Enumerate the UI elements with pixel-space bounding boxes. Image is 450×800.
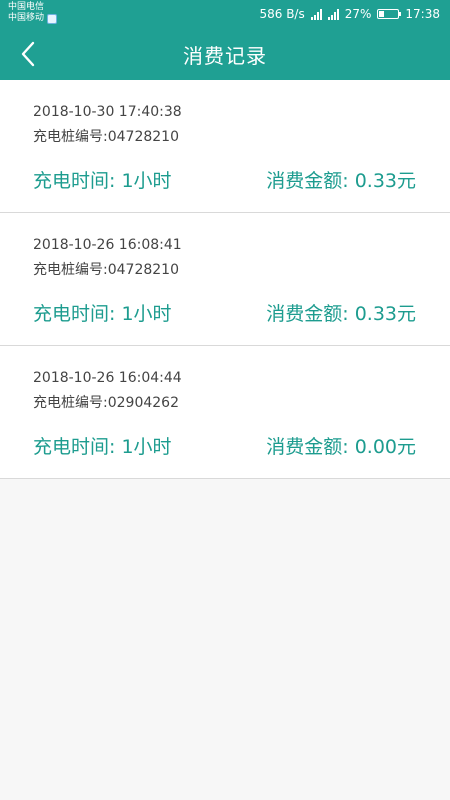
battery-percent: 27% xyxy=(344,7,372,21)
record-pile-number: 充电桩编号:02904262 xyxy=(33,395,179,411)
carrier-2-label: 中国移动 xyxy=(8,13,45,23)
carrier-info: 中国电信 中国移动 xyxy=(8,2,58,24)
record-duration: 充电时间: 1小时 xyxy=(33,170,172,192)
record-list: 2018-10-30 17:40:38 充电桩编号:04728210 充电时间:… xyxy=(0,80,450,479)
sim-badge-icon xyxy=(47,13,58,24)
battery-fill xyxy=(379,11,385,17)
list-item[interactable]: 2018-10-26 16:08:41 充电桩编号:04728210 充电时间:… xyxy=(0,213,450,346)
signal-4g-icon xyxy=(310,8,322,20)
page-title: 消费记录 xyxy=(183,44,267,68)
record-pile-number: 充电桩编号:04728210 xyxy=(33,262,179,278)
signal-2g-icon xyxy=(327,8,339,20)
list-item[interactable]: 2018-10-26 16:04:44 充电桩编号:02904262 充电时间:… xyxy=(0,346,450,479)
status-indicators: 586 B/s 27% 17:38 xyxy=(259,6,440,22)
record-time: 2018-10-26 16:08:41 xyxy=(33,237,182,253)
record-time: 2018-10-30 17:40:38 xyxy=(33,104,182,120)
title-bar: 消费记录 xyxy=(0,28,450,80)
carrier-1-label: 中国电信 xyxy=(8,2,45,12)
status-bar: 中国电信 中国移动 586 B/s 27% 17:38 xyxy=(0,0,450,28)
list-item[interactable]: 2018-10-30 17:40:38 充电桩编号:04728210 充电时间:… xyxy=(0,80,450,213)
clock: 17:38 xyxy=(405,7,440,21)
net-speed: 586 B/s xyxy=(259,7,305,21)
record-duration: 充电时间: 1小时 xyxy=(33,303,172,325)
record-duration: 充电时间: 1小时 xyxy=(33,436,172,458)
record-pile-number: 充电桩编号:04728210 xyxy=(33,129,179,145)
record-amount: 消费金额: 0.33元 xyxy=(266,170,416,192)
record-amount: 消费金额: 0.00元 xyxy=(266,436,416,458)
record-time: 2018-10-26 16:04:44 xyxy=(33,370,182,386)
battery-icon xyxy=(377,9,402,19)
record-amount: 消费金额: 0.33元 xyxy=(266,303,416,325)
